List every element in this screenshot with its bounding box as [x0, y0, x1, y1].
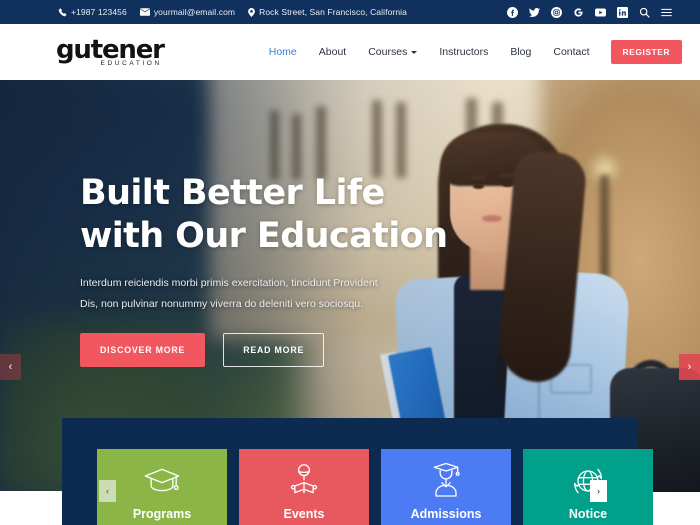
card-notice[interactable]: Notice	[523, 449, 653, 525]
nav-item-about[interactable]: About	[308, 46, 357, 58]
logo-subtitle: EDUCATION	[100, 59, 162, 67]
email-contact[interactable]: yourmail@email.com	[139, 7, 236, 17]
hero-next-arrow-icon[interactable]: ›	[679, 354, 700, 380]
nav-item-contact[interactable]: Contact	[542, 46, 600, 58]
cards-next-arrow-icon[interactable]: ›	[590, 480, 607, 502]
address-text: Rock Street, San Francisco, California	[259, 7, 407, 17]
page-background-left	[0, 491, 62, 525]
card-label: Notice	[568, 507, 608, 521]
youtube-icon[interactable]	[595, 7, 606, 18]
location-pin-icon	[248, 7, 255, 17]
hero-title-line-1: Built Better Life	[80, 173, 385, 213]
top-bar-contact-group: +1987 123456 yourmail@email.com Rock Str…	[58, 7, 407, 17]
register-button[interactable]: REGISTER	[610, 40, 682, 64]
nav-label: Contact	[553, 46, 590, 58]
quick-links-panel: Programs Events Admissions Notice ‹ ›	[62, 418, 653, 525]
card-events[interactable]: Events	[239, 449, 369, 525]
phone-contact[interactable]: +1987 123456	[58, 7, 127, 17]
main-navigation: Home About Courses Instructors Blog Cont…	[258, 40, 682, 64]
card-admissions[interactable]: Admissions	[381, 449, 511, 525]
nav-item-courses[interactable]: Courses	[357, 46, 428, 58]
nav-label: Instructors	[439, 46, 489, 58]
hero-title-line-2: with Our Education	[80, 215, 448, 256]
quick-links-carousel: Programs Events Admissions Notice	[97, 449, 653, 525]
email-address: yourmail@email.com	[153, 7, 236, 17]
nav-item-home[interactable]: Home	[258, 46, 308, 58]
hero-subtitle: Interdum reiciendis morbi primis exercit…	[80, 273, 500, 314]
site-logo[interactable]: gutener EDUCATION	[56, 34, 165, 68]
facebook-icon[interactable]	[507, 6, 518, 18]
nav-item-instructors[interactable]: Instructors	[428, 46, 499, 58]
nav-label: Courses	[368, 46, 408, 58]
address-contact[interactable]: Rock Street, San Francisco, California	[248, 7, 407, 17]
google-icon[interactable]	[573, 7, 584, 18]
instagram-icon[interactable]	[551, 6, 562, 18]
logo-text: gutener	[56, 34, 165, 65]
phone-number: +1987 123456	[71, 7, 127, 17]
search-icon[interactable]	[639, 7, 650, 18]
social-links-group	[507, 6, 686, 18]
hero-prev-arrow-icon[interactable]: ‹	[0, 354, 21, 380]
card-label: Admissions	[410, 507, 482, 521]
nav-label: About	[318, 46, 347, 58]
cards-prev-arrow-icon[interactable]: ‹	[99, 480, 116, 502]
card-label: Programs	[132, 507, 192, 521]
read-more-button[interactable]: READ MORE	[223, 333, 325, 368]
hero-title: Built Better Life with Our Education	[80, 172, 500, 257]
hero-content: Built Better Life with Our Education Int…	[80, 172, 500, 368]
phone-icon	[58, 8, 67, 17]
envelope-icon	[139, 8, 150, 16]
hamburger-menu-icon[interactable]	[661, 7, 672, 18]
graduation-cap-icon	[142, 461, 182, 501]
linkedin-icon[interactable]	[617, 6, 628, 18]
card-programs[interactable]: Programs	[97, 449, 227, 525]
nav-label: Blog	[510, 46, 532, 58]
nav-item-blog[interactable]: Blog	[499, 46, 542, 58]
person-reading-book-icon	[284, 461, 324, 501]
graduate-student-icon	[426, 461, 466, 501]
hero-subtitle-line-1: Interdum reiciendis morbi primis exercit…	[80, 277, 378, 290]
hero-subtitle-line-2: Dis, non pulvinar nonummy viverra do del…	[80, 297, 364, 310]
hero-button-group: DISCOVER MORE READ MORE	[80, 333, 500, 368]
chevron-down-icon	[411, 51, 418, 54]
site-header: gutener EDUCATION Home About Courses Ins…	[0, 24, 700, 80]
nav-label: Home	[268, 46, 297, 58]
card-label: Events	[283, 507, 325, 521]
top-bar: +1987 123456 yourmail@email.com Rock Str…	[0, 0, 700, 24]
twitter-icon[interactable]	[529, 7, 540, 18]
discover-more-button[interactable]: DISCOVER MORE	[80, 333, 206, 368]
